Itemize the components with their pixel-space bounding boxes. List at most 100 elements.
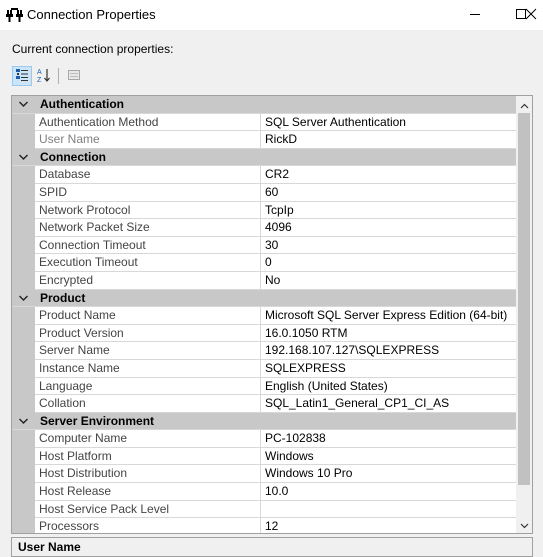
property-value: 10.0 [261, 483, 517, 501]
property-value: CR2 [261, 166, 517, 184]
title-bar: Connection Properties [0, 0, 543, 30]
row-gutter [12, 219, 35, 237]
property-name: Product Version [35, 324, 261, 343]
categorized-view-icon [15, 68, 29, 85]
alphabetical-sort-icon: A Z [36, 67, 52, 86]
category-label: Server Environment [40, 413, 155, 428]
alphabetical-sort-button[interactable]: A Z [34, 66, 54, 86]
property-value: 16.0.1050 RTM [261, 325, 517, 343]
scroll-down-icon [520, 518, 529, 532]
property-value: PC-102838 [261, 430, 517, 448]
property-row[interactable]: User Name RickD [12, 131, 517, 149]
property-row[interactable]: Server Name 192.168.107.127\SQLEXPRESS [12, 342, 517, 360]
row-gutter [12, 166, 35, 184]
property-row[interactable]: Processors 12 [12, 518, 517, 533]
property-value: Windows 10 Pro [261, 465, 517, 484]
property-row[interactable]: Authentication Method SQL Server Authenti… [12, 113, 517, 132]
property-row[interactable]: Execution Timeout 0 [12, 254, 517, 272]
property-row[interactable]: SPID 60 [12, 183, 517, 202]
category-row[interactable]: Product [12, 289, 517, 308]
property-description-panel: User Name [11, 537, 533, 557]
property-name: Execution Timeout [35, 254, 261, 272]
property-row[interactable]: Computer Name PC-102838 [12, 430, 517, 448]
row-gutter [12, 324, 35, 343]
property-row[interactable]: Network Packet Size 4096 [12, 219, 517, 237]
property-value: English (United States) [261, 378, 517, 396]
property-name: Connection Timeout [35, 236, 261, 255]
chevron-down-icon[interactable] [16, 291, 30, 305]
categorized-view-button[interactable] [12, 66, 32, 86]
property-row[interactable]: Language English (United States) [12, 377, 517, 396]
property-row[interactable]: Host Distribution Windows 10 Pro [12, 465, 517, 484]
property-name: Computer Name [35, 430, 261, 448]
scroll-up-button[interactable] [516, 96, 532, 113]
category-row[interactable]: Connection [12, 148, 517, 167]
property-value: SQL Server Authentication [261, 114, 517, 132]
property-value: 12 [261, 518, 517, 533]
svg-text:A: A [37, 69, 42, 76]
property-row[interactable]: Database CR2 [12, 166, 517, 184]
property-value: 30 [261, 237, 517, 255]
property-value: SQLEXPRESS [261, 360, 517, 378]
row-gutter [12, 201, 35, 220]
property-row[interactable]: Encrypted No [12, 271, 517, 290]
row-gutter [12, 131, 35, 149]
connection-plug-icon [6, 7, 24, 23]
property-name: Host Service Pack Level [35, 500, 261, 519]
property-grid-rows: Authentication Authentication Method SQL S… [12, 96, 517, 533]
close-button[interactable] [518, 0, 543, 30]
minimize-icon [469, 8, 481, 23]
row-gutter [12, 307, 35, 325]
row-gutter [12, 377, 35, 396]
scrollbar-thumb[interactable] [518, 113, 530, 485]
property-grid[interactable]: Authentication Authentication Method SQL S… [11, 95, 533, 534]
row-gutter [12, 342, 35, 360]
property-value [261, 501, 517, 519]
row-gutter [12, 271, 35, 290]
property-value: Windows [261, 448, 517, 466]
category-row[interactable]: Authentication [12, 96, 517, 114]
property-row[interactable]: Connection Timeout 30 [12, 236, 517, 255]
category-label: Product [40, 290, 86, 305]
category-row[interactable]: Server Environment [12, 412, 517, 431]
scroll-up-icon [520, 98, 529, 112]
row-gutter [12, 113, 35, 132]
scroll-down-button[interactable] [516, 516, 532, 533]
vertical-scrollbar[interactable] [516, 96, 532, 533]
row-gutter [12, 254, 35, 272]
property-row[interactable]: Host Platform Windows [12, 447, 517, 466]
chevron-down-icon[interactable] [16, 150, 30, 164]
property-row[interactable]: Product Name Microsoft SQL Server Express… [12, 307, 517, 325]
property-row[interactable]: Host Release 10.0 [12, 483, 517, 501]
row-gutter [12, 359, 35, 378]
row-gutter [12, 518, 35, 533]
minimize-button[interactable] [452, 0, 498, 30]
property-row[interactable]: Network Protocol TcpIp [12, 201, 517, 220]
property-name: Database [35, 166, 261, 184]
row-gutter [12, 465, 35, 484]
property-pages-button[interactable] [64, 66, 84, 86]
property-name: Network Protocol [35, 201, 261, 220]
property-row[interactable]: Host Service Pack Level [12, 500, 517, 519]
property-value: RickD [261, 131, 517, 149]
chevron-down-icon[interactable] [16, 97, 30, 111]
row-gutter [12, 395, 35, 413]
row-gutter [12, 183, 35, 202]
property-row[interactable]: Instance Name SQLEXPRESS [12, 359, 517, 378]
property-name: Instance Name [35, 359, 261, 378]
property-value: 192.168.107.127\SQLEXPRESS [261, 342, 517, 360]
property-row[interactable]: Product Version 16.0.1050 RTM [12, 324, 517, 343]
chevron-down-icon[interactable] [16, 414, 30, 428]
connection-properties-caption: Current connection properties: [12, 42, 174, 56]
property-pages-icon [67, 68, 81, 85]
property-value: Microsoft SQL Server Express Edition (64… [261, 307, 517, 325]
row-gutter [12, 447, 35, 466]
property-value: SQL_Latin1_General_CP1_CI_AS [261, 395, 517, 413]
property-value: 4096 [261, 219, 517, 237]
row-gutter [12, 483, 35, 501]
property-name: Authentication Method [35, 113, 261, 132]
property-row[interactable]: Collation SQL_Latin1_General_CP1_CI_AS [12, 395, 517, 413]
property-value: No [261, 272, 517, 290]
category-label: Connection [40, 149, 106, 164]
property-grid-toolbar: A Z [12, 66, 312, 88]
